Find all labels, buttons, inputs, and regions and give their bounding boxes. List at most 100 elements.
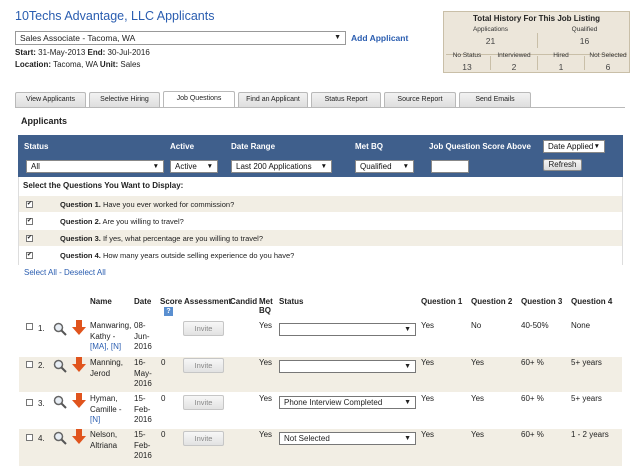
table-row: 3. Hyman, Camille - [N] 15- Feb- 2016 0 Invi… [19, 392, 622, 429]
row-number: 4. [38, 434, 45, 443]
date-range-label: Date Range [231, 142, 276, 151]
deselect-all-link[interactable]: Deselect All [64, 268, 106, 277]
column-name[interactable]: Name [90, 297, 112, 306]
qualified-label: Qualified [571, 26, 598, 33]
magnifier-icon[interactable] [53, 431, 67, 445]
column-assessment: Assessment [184, 297, 232, 306]
start-value: 31-May-2013 [38, 48, 86, 57]
question-2-checkbox[interactable]: ✔ [26, 218, 33, 225]
not-selected-label: Not Selected [589, 52, 627, 59]
column-question-1: Question 1 [421, 297, 463, 306]
column-question-3: Question 3 [521, 297, 563, 306]
chevron-down-icon: ▼ [404, 326, 411, 333]
applied-date: 08- Jun- 2016 [134, 321, 152, 351]
refresh-button[interactable]: Refresh [543, 159, 582, 171]
job-listing-value: Sales Associate - Tacoma, WA [20, 33, 136, 43]
status-select[interactable]: Not Selected ▼ [279, 432, 416, 445]
row-checkbox[interactable] [26, 361, 33, 368]
applicant-name[interactable]: Manning, Jerod [90, 358, 123, 379]
sort-select[interactable]: Date Applied ▼ [543, 140, 605, 153]
table-row: 2. Manning, Jerod 16- May- 2016 0 Invite Ye… [19, 357, 622, 392]
row-checkbox[interactable] [26, 323, 33, 330]
score-value: 0 [161, 358, 166, 367]
status-select[interactable]: ▼ [279, 360, 416, 373]
question-2: Question 2. Are you willing to travel? [60, 217, 184, 226]
applicant-name[interactable]: Nelson, Altriana [90, 430, 117, 451]
hired-label: Hired [553, 52, 569, 59]
answer-q3: 60+ % [521, 430, 544, 439]
history-summary: Total History For This Job Listing Appli… [443, 11, 630, 73]
invite-button[interactable]: Invite [183, 395, 224, 410]
answer-q3: 40-50% [521, 321, 549, 330]
tab-selective-hiring[interactable]: Selective Hiring [89, 92, 160, 107]
answer-q2: No [471, 321, 482, 330]
met-bq-select[interactable]: Qualified ▼ [355, 160, 414, 173]
add-applicant-link[interactable]: Add Applicant [351, 33, 408, 43]
active-filter-value: Active [175, 162, 197, 171]
down-arrow-icon[interactable] [72, 320, 86, 335]
down-arrow-icon[interactable] [72, 357, 86, 372]
answer-q2: Yes [471, 358, 485, 367]
tab-status-report[interactable]: Status Report [311, 92, 381, 107]
magnifier-icon[interactable] [53, 395, 67, 409]
question-4-checkbox[interactable]: ✔ [26, 252, 33, 259]
status-select[interactable]: Phone Interview Completed ▼ [279, 396, 416, 409]
score-input[interactable] [431, 160, 469, 173]
down-arrow-icon[interactable] [72, 429, 86, 444]
applicant-name[interactable]: Hyman, Camille - [N] [90, 394, 122, 426]
job-listing-select[interactable]: Sales Associate - Tacoma, WA ▼ [15, 31, 346, 45]
question-row: ✔ Question 3. If yes, what percentage ar… [19, 230, 622, 246]
date-range-value: Last 200 Applications [236, 162, 312, 171]
tab-job-questions[interactable]: Job Questions [163, 91, 235, 108]
tab-find-an-applicant[interactable]: Find an Applicant [238, 92, 308, 107]
date-range-select[interactable]: Last 200 Applications ▼ [231, 160, 332, 173]
tab-view-applicants[interactable]: View Applicants [15, 92, 86, 107]
invite-button[interactable]: Invite [183, 358, 224, 373]
no-status-label: No Status [452, 52, 482, 59]
answer-q2: Yes [471, 430, 485, 439]
help-icon[interactable]: ? [164, 307, 173, 316]
no-status-count: 13 [462, 62, 472, 72]
column-status[interactable]: Status [279, 297, 303, 306]
row-checkbox[interactable] [26, 434, 33, 441]
column-candid: Candid [230, 297, 258, 306]
question-1-checkbox[interactable]: ✔ [26, 201, 33, 208]
select-all-link[interactable]: Select All [24, 268, 57, 277]
column-date[interactable]: Date [134, 297, 151, 306]
applicant-links[interactable]: [N] [90, 415, 122, 426]
select-links: Select All - Deselect All [24, 268, 106, 277]
met-bq-label: Met BQ [355, 142, 383, 151]
answer-q3: 60+ % [521, 358, 544, 367]
invite-button[interactable]: Invite [183, 431, 224, 446]
invite-button[interactable]: Invite [183, 321, 224, 336]
answer-q1: Yes [421, 321, 435, 330]
tab-source-report[interactable]: Source Report [384, 92, 456, 107]
chevron-down-icon: ▼ [404, 363, 411, 370]
score-value: 0 [161, 430, 166, 439]
row-number: 3. [38, 399, 45, 408]
question-row: ✔ Question 1. Have you ever worked for c… [19, 196, 622, 212]
tab-send-emails[interactable]: Send Emails [459, 92, 531, 107]
magnifier-icon[interactable] [53, 322, 67, 336]
status-filter-select[interactable]: All ▼ [26, 160, 164, 173]
active-filter-select[interactable]: Active ▼ [170, 160, 218, 173]
answer-q1: Yes [421, 394, 435, 403]
status-select[interactable]: ▼ [279, 323, 416, 336]
row-checkbox[interactable] [26, 399, 33, 406]
column-score[interactable]: Score [160, 297, 182, 306]
hired-count: 1 [558, 62, 564, 72]
status-filter-label: Status [24, 142, 49, 151]
applicant-name[interactable]: Manwaring, Kathy - [MA], [N] [90, 321, 131, 353]
question-1: Question 1. Have you ever worked for com… [60, 200, 235, 209]
table-row: 1. Manwaring, Kathy - [MA], [N] 08- Jun- 201… [19, 319, 622, 357]
magnifier-icon[interactable] [53, 359, 67, 373]
question-3-checkbox[interactable]: ✔ [26, 235, 33, 242]
column-question-4: Question 4 [571, 297, 613, 306]
applicant-links[interactable]: [MA], [N] [90, 342, 131, 353]
down-arrow-icon[interactable] [72, 393, 86, 408]
end-value: 30-Jul-2016 [107, 48, 150, 57]
location-value: Tacoma, WA [53, 60, 98, 69]
applications-count: 21 [485, 36, 496, 46]
chevron-down-icon: ▼ [320, 163, 327, 170]
score-filter-label: Job Question Score Above [429, 142, 531, 151]
